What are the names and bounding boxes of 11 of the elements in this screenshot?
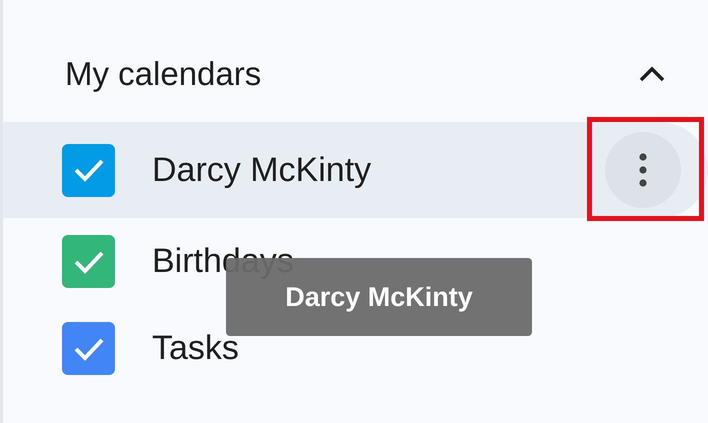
calendar-item-highlight[interactable]: Darcy McKinty xyxy=(3,122,708,218)
section-title: My calendars xyxy=(65,54,262,94)
calendar-checkbox[interactable] xyxy=(62,322,115,375)
calendar-checkbox[interactable] xyxy=(62,235,115,288)
calendar-name: Birthdays xyxy=(152,241,295,282)
calendar-name: Darcy McKinty xyxy=(152,150,372,190)
checkmark-icon xyxy=(72,157,104,183)
chevron-icon xyxy=(639,66,665,82)
calendar-checkbox[interactable] xyxy=(62,144,115,196)
calendar-name: Tasks xyxy=(152,328,240,369)
more-icon xyxy=(639,153,647,187)
